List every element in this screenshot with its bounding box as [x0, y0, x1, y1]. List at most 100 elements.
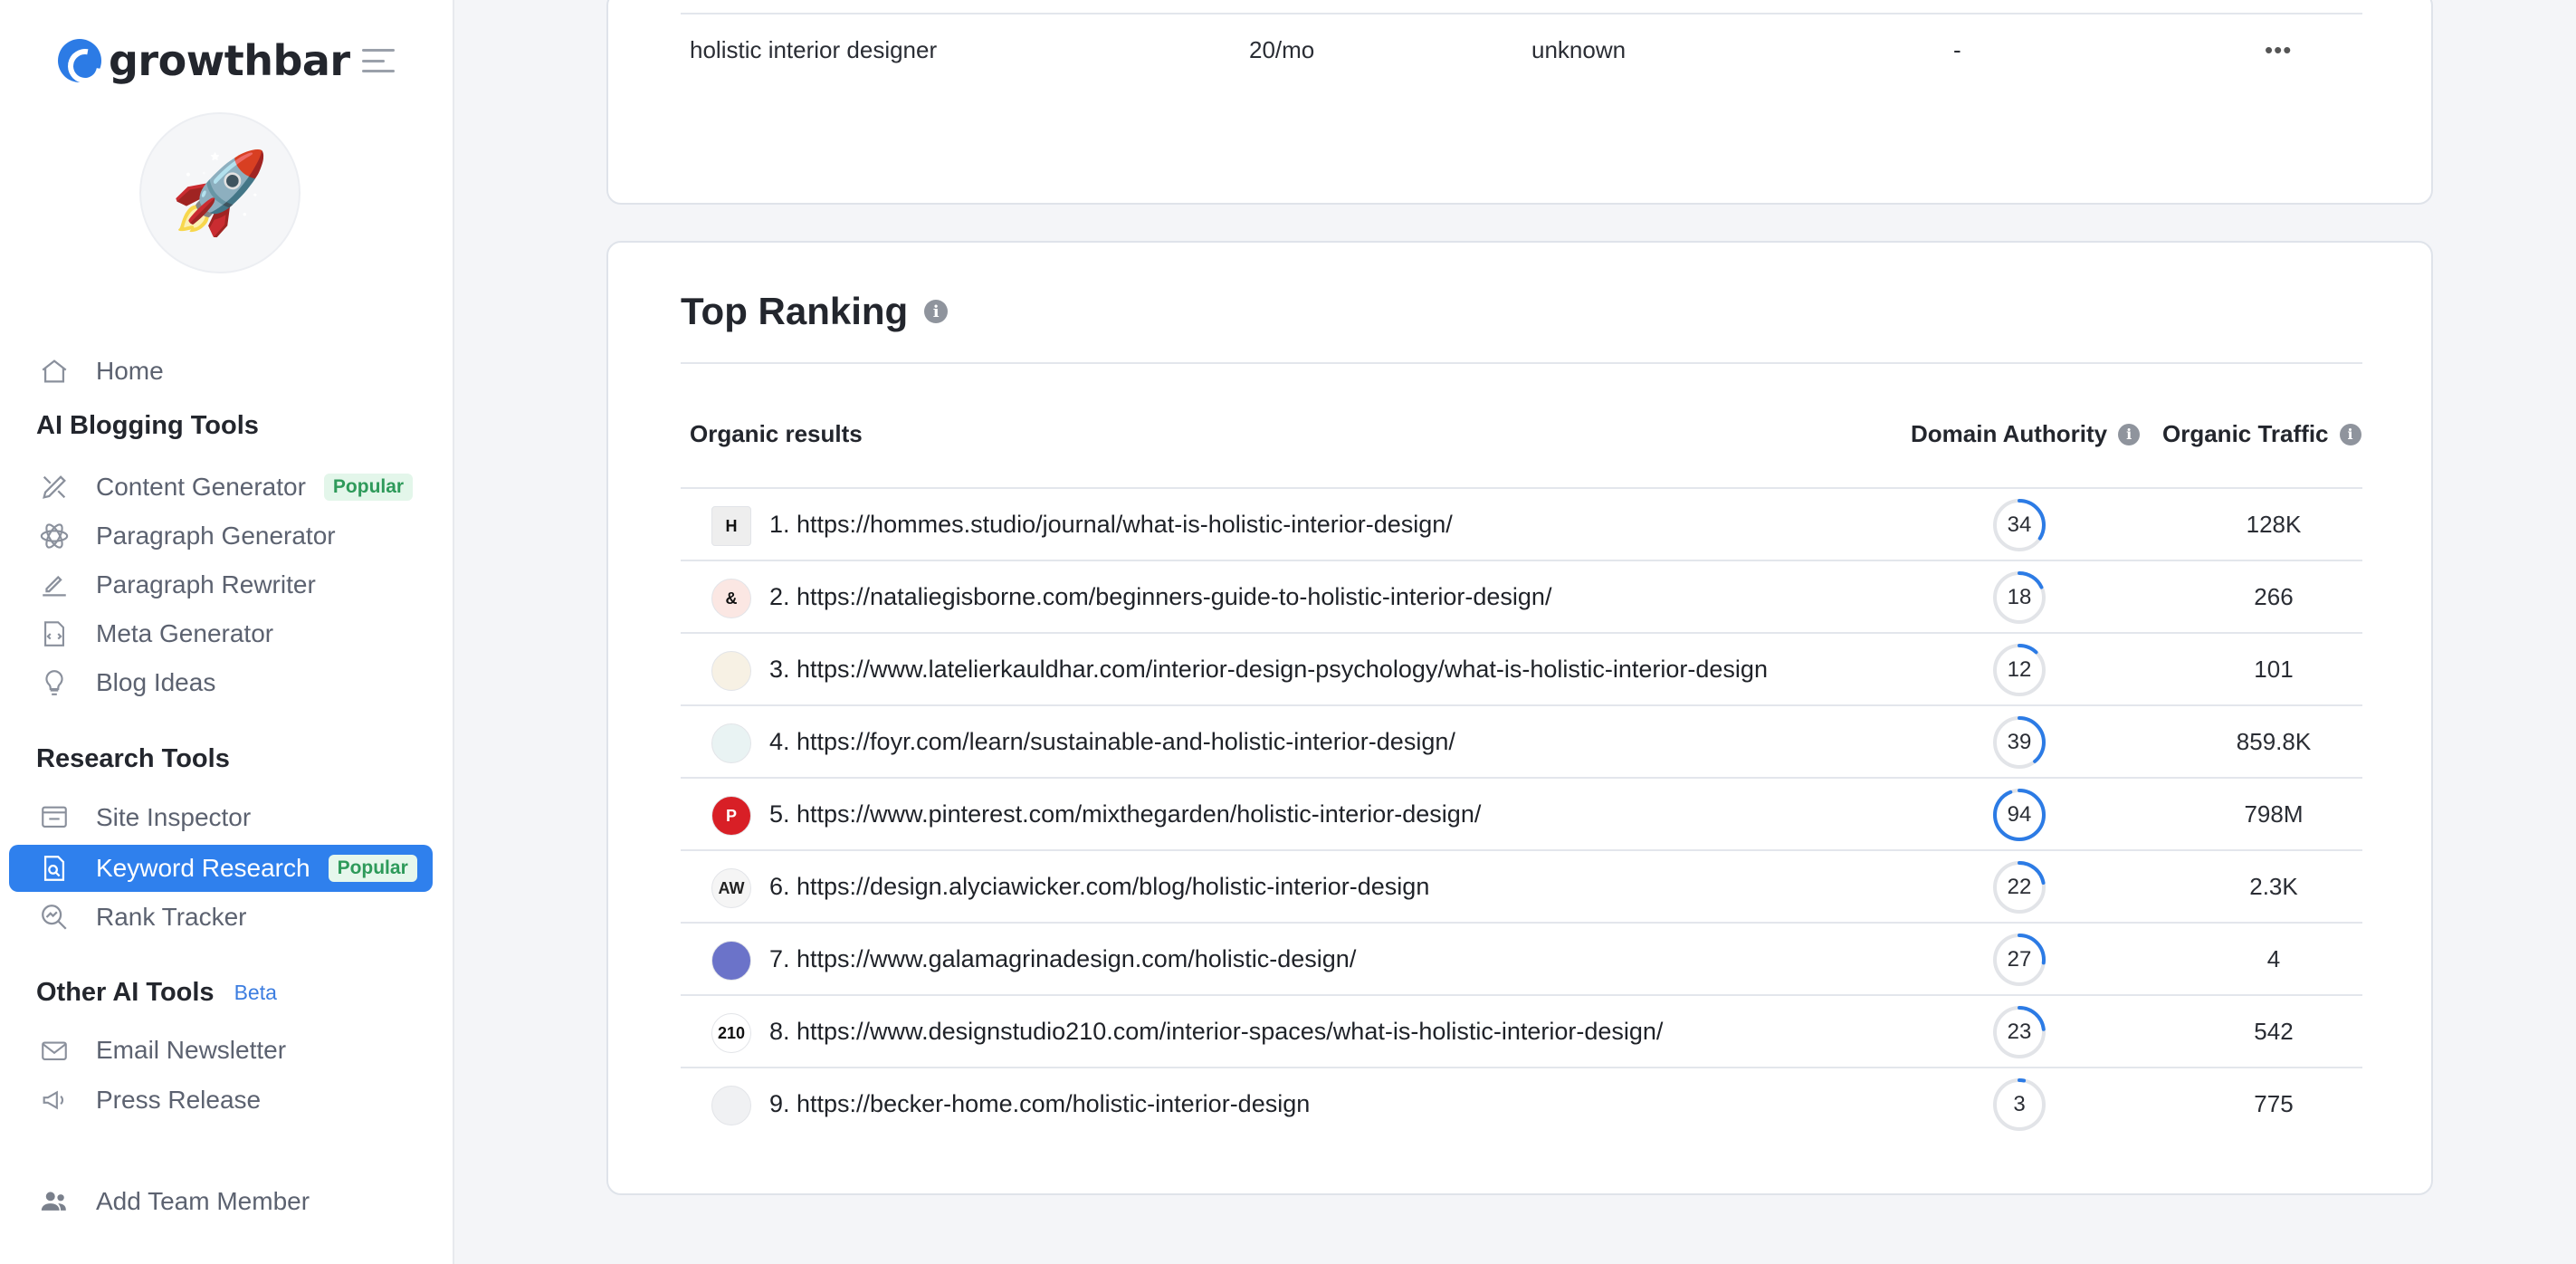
sidebar-item-meta-generator[interactable]: Meta Generator — [9, 610, 433, 657]
domain-authority-value: 3 — [2013, 1092, 2026, 1116]
sidebar-item-content-generator[interactable]: Content Generator Popular — [9, 464, 433, 511]
section-title-other: Other AI Tools Beta — [36, 978, 277, 1007]
domain-authority-value: 34 — [2007, 512, 2032, 537]
info-icon[interactable]: i — [2339, 423, 2361, 445]
site-favicon-icon — [711, 723, 751, 763]
site-favicon-icon — [711, 1086, 751, 1125]
growthbar-logo-icon — [58, 39, 101, 82]
sidebar-item-label: Paragraph Rewriter — [96, 570, 316, 598]
result-url-link[interactable]: 5. https://www.pinterest.com/mixthegarde… — [769, 800, 1481, 828]
sidebar-item-label: Meta Generator — [96, 619, 274, 647]
menu-toggle-icon[interactable] — [362, 49, 395, 72]
table-row: 9. https://becker-home.com/holistic-inte… — [681, 1067, 2362, 1139]
result-url-link[interactable]: 6. https://design.alyciawicker.com/blog/… — [769, 873, 1429, 901]
sidebar-item-blog-ideas[interactable]: Blog Ideas — [9, 659, 433, 706]
sidebar-item-label: Add Team Member — [96, 1187, 310, 1215]
organic-traffic-value: 542 — [2254, 1018, 2294, 1045]
organic-traffic-value: 128K — [2246, 511, 2302, 538]
organic-traffic-value: 859.8K — [2236, 728, 2312, 755]
avatar[interactable]: 🚀 — [139, 112, 301, 273]
sidebar-item-label: Home — [96, 357, 164, 385]
card-title: Top Ranking i — [681, 290, 949, 333]
rocket-icon: 🚀 — [170, 147, 270, 237]
home-icon — [36, 353, 72, 389]
column-header-organic-traffic: Organic Traffic i — [2162, 420, 2361, 448]
domain-authority-value: 22 — [2007, 875, 2032, 899]
organic-traffic-value: 2.3K — [2249, 873, 2298, 900]
pencil-ruler-icon — [36, 469, 72, 505]
sidebar-item-label: Site Inspector — [96, 803, 252, 831]
domain-authority-value: 23 — [2007, 1020, 2032, 1044]
domain-authority-value: 27 — [2007, 947, 2032, 972]
domain-authority-ring: 12 — [1990, 641, 2048, 699]
sidebar-item-keyword-research[interactable]: Keyword Research Popular — [9, 845, 433, 892]
sidebar-item-label: Email Newsletter — [96, 1036, 287, 1064]
site-favicon-icon: & — [711, 579, 751, 618]
result-url-link[interactable]: 4. https://foyr.com/learn/sustainable-an… — [769, 728, 1455, 756]
beta-badge: Beta — [234, 981, 277, 1004]
result-url-link[interactable]: 3. https://www.latelierkauldhar.com/inte… — [769, 656, 1768, 684]
sidebar-item-home[interactable]: Home — [9, 348, 433, 395]
sidebar-item-label: Paragraph Generator — [96, 522, 336, 550]
browser-eye-icon — [36, 800, 72, 836]
domain-authority-ring: 27 — [1990, 931, 2048, 989]
result-url-link[interactable]: 8. https://www.designstudio210.com/inter… — [769, 1018, 1663, 1046]
organic-traffic-value: 266 — [2254, 583, 2294, 610]
table-row: P 5. https://www.pinterest.com/mixthegard… — [681, 777, 2362, 849]
megaphone-icon — [36, 1082, 72, 1118]
keyword-suggestions-card: holistic interior designer 20/mo unknown… — [606, 0, 2433, 205]
column-header-domain-authority: Domain Authority i — [1911, 420, 2141, 448]
result-url-link[interactable]: 1. https://hommes.studio/journal/what-is… — [769, 511, 1453, 539]
divider — [681, 362, 2362, 364]
chart-search-icon — [36, 899, 72, 935]
table-row: 210 8. https://www.designstudio210.com/in… — [681, 994, 2362, 1067]
volume-cell: 20/mo — [1249, 35, 1315, 63]
organic-traffic-value: 798M — [2244, 800, 2304, 828]
info-icon[interactable]: i — [924, 300, 949, 323]
sidebar-item-email-newsletter[interactable]: Email Newsletter — [9, 1027, 433, 1074]
sidebar-item-label: Press Release — [96, 1086, 262, 1114]
sidebar-item-site-inspector[interactable]: Site Inspector — [9, 794, 433, 841]
domain-authority-value: 94 — [2007, 802, 2032, 827]
result-url-link[interactable]: 7. https://www.galamagrinadesign.com/hol… — [769, 945, 1356, 973]
sidebar-item-label: Blog Ideas — [96, 668, 216, 696]
brand-logo[interactable]: growthbar — [58, 36, 350, 85]
sidebar-item-label: Rank Tracker — [96, 903, 247, 931]
domain-authority-ring: 34 — [1990, 496, 2048, 554]
site-favicon-icon — [711, 651, 751, 691]
domain-authority-ring: 39 — [1990, 713, 2048, 771]
info-icon[interactable]: i — [2118, 423, 2141, 445]
result-url-link[interactable]: 2. https://nataliegisborne.com/beginners… — [769, 583, 1551, 611]
table-row: H 1. https://hommes.studio/journal/what-i… — [681, 487, 2362, 560]
organic-traffic-value: 775 — [2254, 1090, 2294, 1117]
site-favicon-icon: 210 — [711, 1013, 751, 1053]
keyword-cell: holistic interior designer — [690, 35, 938, 63]
site-favicon-icon: AW — [711, 868, 751, 908]
brand-name: growthbar — [109, 36, 350, 85]
sidebar-item-label: Keyword Research — [96, 854, 310, 882]
difficulty-cell: unknown — [1531, 35, 1627, 63]
sidebar-item-rank-tracker[interactable]: Rank Tracker — [9, 894, 433, 941]
result-url-link[interactable]: 9. https://becker-home.com/holistic-inte… — [769, 1090, 1310, 1118]
domain-authority-value: 12 — [2007, 657, 2032, 682]
table-row: holistic interior designer 20/mo unknown… — [681, 13, 2362, 85]
code-file-icon — [36, 616, 72, 652]
column-header-organic-results: Organic results — [690, 420, 863, 447]
document-search-icon — [36, 850, 72, 886]
table-row: 3. https://www.latelierkauldhar.com/inte… — [681, 632, 2362, 704]
domain-authority-ring: 23 — [1990, 1003, 2048, 1061]
sidebar-item-paragraph-generator[interactable]: Paragraph Generator — [9, 512, 433, 560]
table-row: 4. https://foyr.com/learn/sustainable-an… — [681, 704, 2362, 777]
domain-authority-ring: 18 — [1990, 569, 2048, 627]
sidebar-item-paragraph-rewriter[interactable]: Paragraph Rewriter — [9, 561, 433, 608]
sidebar-item-press-release[interactable]: Press Release — [9, 1077, 433, 1124]
lightbulb-icon — [36, 665, 72, 701]
add-team-member-button[interactable]: Add Team Member — [9, 1178, 433, 1225]
envelope-icon — [36, 1032, 72, 1068]
organic-results-list: H 1. https://hommes.studio/journal/what-i… — [681, 487, 2362, 1139]
organic-traffic-value: 4 — [2266, 945, 2281, 972]
sidebar-item-label: Content Generator — [96, 473, 306, 501]
table-row: 7. https://www.galamagrinadesign.com/hol… — [681, 922, 2362, 994]
site-favicon-icon — [711, 941, 751, 981]
more-options-icon[interactable]: ••• — [2265, 36, 2292, 64]
